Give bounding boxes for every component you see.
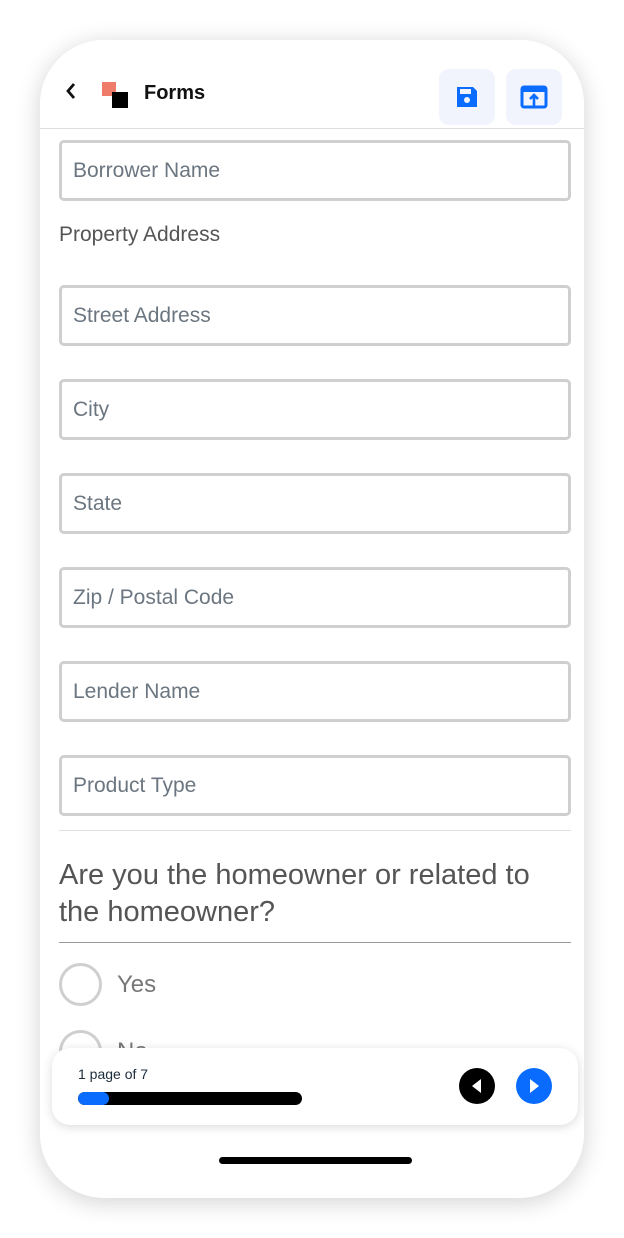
property-address-label: Property Address [59,223,221,246]
floppy-disk-icon [457,87,477,107]
homeowner-question: Are you the homeowner or related to the … [59,859,530,928]
borrower-name-input[interactable] [73,158,568,183]
page-indicator: 1 page of 7 [78,1066,149,1082]
pagination-bar: 1 page of 7 [52,1048,578,1125]
zip-input[interactable] [73,585,568,610]
export-button[interactable] [506,69,562,125]
lender-name-input[interactable] [73,679,568,704]
form-content: Property Address Are you the homeowner o… [59,129,571,1129]
chevron-left-icon[interactable] [64,82,78,100]
state-input[interactable] [73,491,568,516]
app-logo [102,82,130,110]
street-address-input[interactable] [73,303,568,328]
lender-name-field[interactable] [59,661,571,722]
progress-bar [78,1092,302,1105]
upload-box-icon [520,85,548,109]
home-indicator [219,1157,412,1164]
app-header: Forms [40,40,584,129]
progress-fill [78,1092,110,1105]
radio-label: Yes [117,970,157,998]
triangle-right-icon [530,1079,539,1093]
next-page-button[interactable] [516,1068,552,1104]
city-field[interactable] [59,379,571,440]
radio-yes[interactable]: Yes [59,963,156,1006]
question-divider [59,942,571,943]
state-field[interactable] [59,473,571,534]
save-button[interactable] [439,69,495,125]
product-type-field[interactable] [59,755,571,816]
zip-field[interactable] [59,567,571,628]
product-type-input[interactable] [73,773,568,798]
page-title: Forms [144,82,206,104]
city-input[interactable] [73,397,568,422]
street-address-field[interactable] [59,285,571,346]
phone-frame: Forms Property Address Are you the homeo… [40,40,584,1198]
radio-circle[interactable] [59,963,102,1006]
previous-page-button[interactable] [459,1068,495,1104]
divider [59,830,571,831]
triangle-left-icon [472,1079,481,1093]
borrower-name-field[interactable] [59,140,571,201]
